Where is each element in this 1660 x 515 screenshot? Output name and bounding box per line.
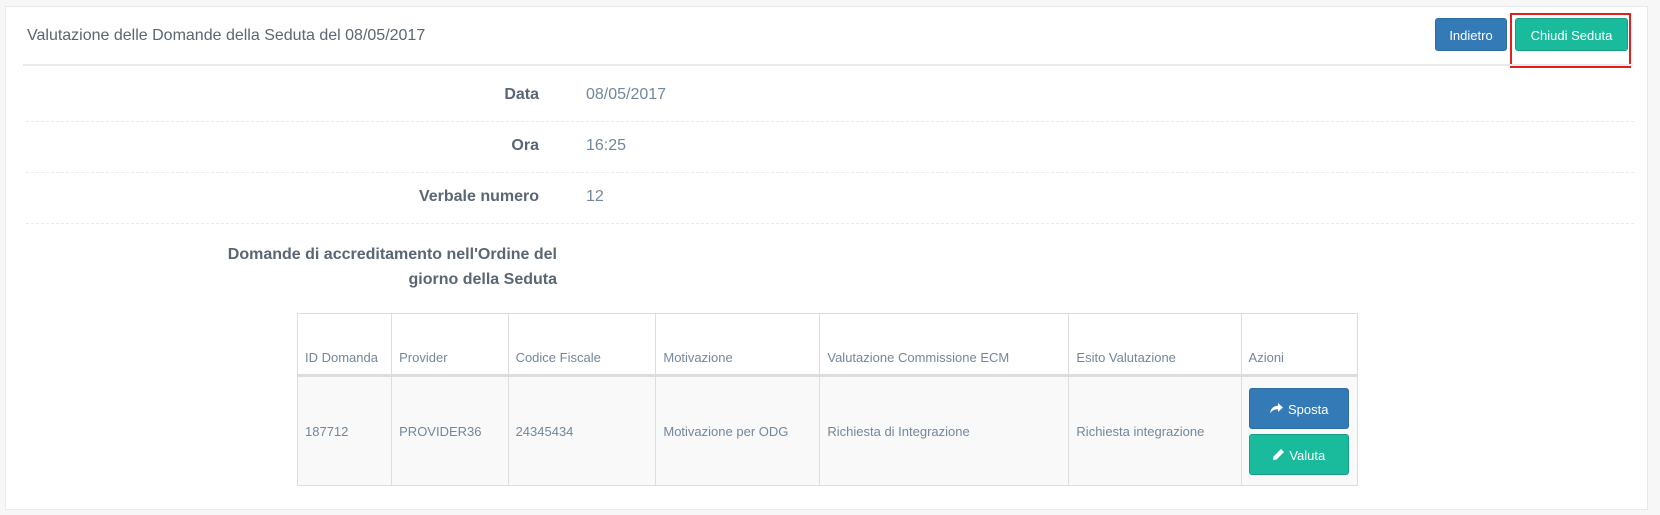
data-label: Data <box>504 86 539 103</box>
header-azioni: Azioni <box>1240 313 1359 377</box>
table-row: 187712 PROVIDER36 24345434 Motivazione p… <box>296 375 1359 486</box>
domande-label: Domande di accreditamento nell'Ordine de… <box>227 246 557 288</box>
sposta-button[interactable]: Sposta <box>1249 387 1350 430</box>
title-divider <box>23 64 1633 66</box>
header-motivazione: Motivazione <box>655 313 821 377</box>
verbale-label: Verbale numero <box>418 188 539 205</box>
verbale-value: 12 <box>586 188 604 205</box>
header-codice-fiscale: Codice Fiscale <box>507 313 657 377</box>
domande-table: ID Domanda Provider Codice Fiscale Motiv… <box>296 313 1359 486</box>
cell-provider: PROVIDER36 <box>391 375 509 486</box>
header-esito-valutazione: Esito Valutazione <box>1068 313 1242 377</box>
cell-motivazione: Motivazione per ODG <box>655 375 821 486</box>
highlight-box <box>1510 13 1631 68</box>
back-button[interactable]: Indietro <box>1435 18 1507 51</box>
cell-valutazione: Richiesta di Integrazione <box>819 375 1070 486</box>
header-valutazione-commissione: Valutazione Commissione ECM <box>819 313 1070 377</box>
cell-azioni: Sposta Valuta <box>1240 375 1359 486</box>
sposta-label: Sposta <box>1288 401 1329 417</box>
valuta-label: Valuta <box>1289 447 1326 463</box>
ora-label: Ora <box>511 137 539 154</box>
row-divider <box>26 223 1634 224</box>
page-title: Valutazione delle Domande della Seduta d… <box>27 27 426 44</box>
row-divider <box>26 121 1634 122</box>
cell-id: 187712 <box>296 375 393 486</box>
header-provider: Provider <box>391 313 509 377</box>
share-arrow-icon <box>1270 389 1284 430</box>
data-value: 08/05/2017 <box>586 86 667 103</box>
pencil-icon <box>1273 435 1285 476</box>
row-divider <box>26 172 1634 173</box>
table-header-row: ID Domanda Provider Codice Fiscale Motiv… <box>296 313 1359 377</box>
cell-codice-fiscale: 24345434 <box>507 375 657 486</box>
cell-esito: Richiesta integrazione <box>1068 375 1242 486</box>
valuta-button[interactable]: Valuta <box>1249 433 1350 476</box>
ora-value: 16:25 <box>586 137 627 154</box>
header-id-domanda: ID Domanda <box>296 313 393 377</box>
